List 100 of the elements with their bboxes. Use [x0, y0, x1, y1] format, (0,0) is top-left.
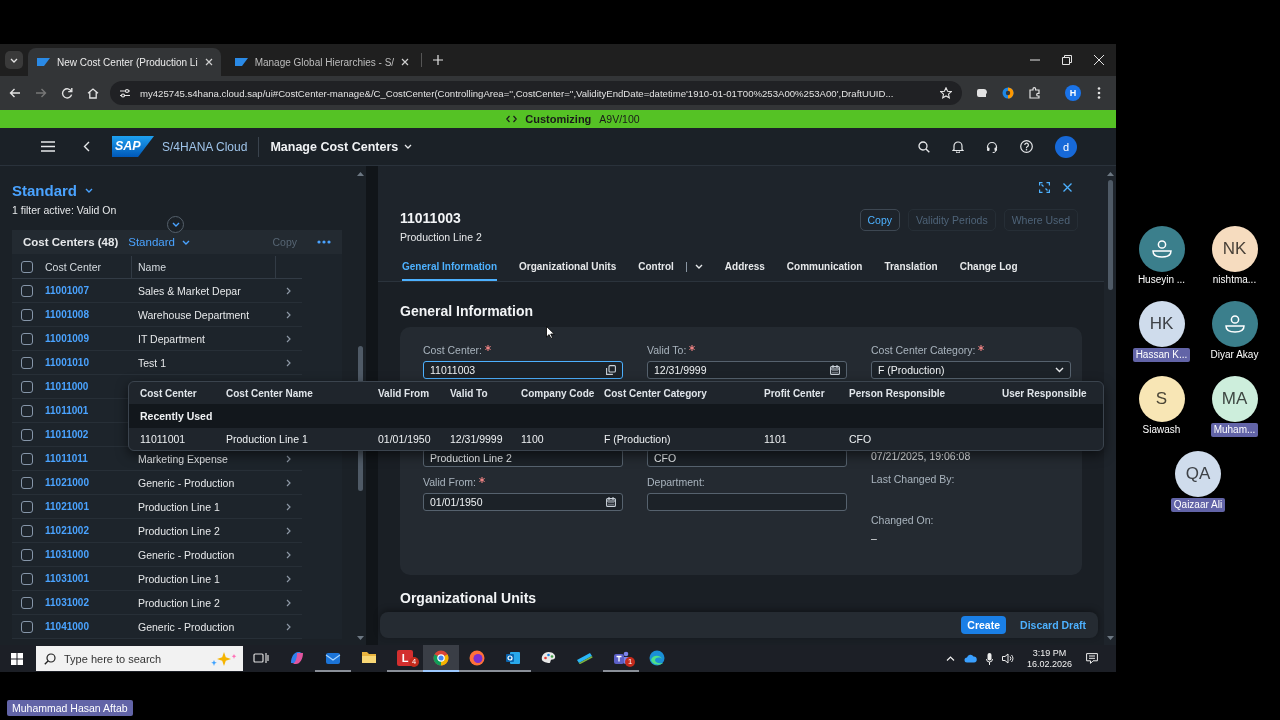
cost-center-link[interactable]: 11041000	[45, 621, 131, 632]
caret-down-icon[interactable]	[356, 636, 364, 640]
row-checkbox[interactable]	[21, 380, 33, 393]
participant-avatar[interactable]: MA	[1211, 376, 1258, 422]
chevron-right-icon[interactable]	[286, 574, 291, 583]
puzzle-icon[interactable]	[1029, 87, 1041, 99]
search-icon[interactable]	[918, 140, 930, 153]
row-checkbox[interactable]	[21, 596, 33, 609]
microphone-icon[interactable]	[985, 652, 993, 665]
speaker-icon[interactable]	[1001, 653, 1014, 664]
section-tab[interactable]: Communication	[786, 257, 863, 281]
section-tab[interactable]: Control	[638, 257, 703, 281]
chevron-right-icon[interactable]	[286, 526, 291, 535]
menu-icon[interactable]	[41, 141, 55, 152]
chevron-right-icon[interactable]	[286, 622, 291, 631]
cost-center-link[interactable]: 11011011	[45, 453, 131, 464]
row-checkbox[interactable]	[21, 356, 33, 369]
caret-up-icon[interactable]	[356, 172, 364, 176]
star-icon[interactable]	[940, 87, 952, 99]
site-info-icon[interactable]	[119, 87, 131, 99]
search-field[interactable]: Type here to search	[36, 646, 243, 671]
input-field[interactable]	[647, 493, 847, 511]
section-tab[interactable]: Translation	[884, 257, 938, 281]
forward-icon[interactable]	[35, 87, 47, 99]
create-button[interactable]: Create	[961, 616, 1007, 634]
chevron-right-icon[interactable]	[286, 334, 291, 343]
plus-icon[interactable]	[433, 55, 444, 65]
chevron-right-icon[interactable]	[286, 310, 291, 319]
chevron-down-icon[interactable]	[694, 264, 703, 269]
copy-icon[interactable]	[606, 365, 616, 375]
back-icon[interactable]	[9, 87, 21, 99]
row-checkbox[interactable]	[21, 308, 33, 321]
chevron-right-icon[interactable]	[286, 286, 291, 295]
home-icon[interactable]	[87, 87, 99, 99]
cost-center-link[interactable]: 11031000	[45, 549, 131, 560]
section-tab[interactable]: Address	[724, 257, 765, 281]
cost-center-link[interactable]: 11001010	[45, 357, 131, 368]
input-field[interactable]: 01/01/1950	[423, 493, 623, 511]
address-bar[interactable]: my425745.s4hana.cloud.sap/ui#CostCenter-manage&/C_CostCenter(ControllingArea='',CostCenter='',ValidityEndDate=datetime'1910-01-01T00%253A00%253A00',DraftUUID...	[110, 81, 962, 105]
profile-avatar[interactable]: H	[1065, 85, 1081, 101]
row-checkbox[interactable]	[21, 332, 33, 345]
menu-icon[interactable]	[1097, 87, 1101, 99]
tab-search-button[interactable]	[5, 51, 23, 69]
participant-avatar[interactable]: HK	[1138, 301, 1185, 347]
calendar-icon[interactable]	[830, 365, 840, 375]
cost-center-link[interactable]: 11011001	[45, 405, 131, 416]
input-field[interactable]: 11011003	[423, 361, 623, 379]
close-icon[interactable]	[401, 58, 410, 66]
windows-logo-icon[interactable]	[11, 652, 23, 665]
section-tab[interactable]: Organizational Units	[519, 257, 617, 281]
company-logo[interactable]: SAP	[112, 136, 154, 157]
row-checkbox[interactable]	[21, 500, 33, 513]
input-field[interactable]: 12/31/9999	[647, 361, 847, 379]
user-avatar[interactable]: d	[1055, 135, 1077, 158]
row-checkbox[interactable]	[21, 476, 33, 489]
reload-icon[interactable]	[61, 87, 73, 99]
cloud-icon[interactable]	[963, 654, 977, 663]
row-checkbox[interactable]	[21, 284, 33, 297]
caret-up-icon[interactable]	[1106, 172, 1114, 176]
dropdown-field[interactable]: F (Production)	[871, 361, 1071, 379]
row-checkbox[interactable]	[21, 404, 33, 417]
variant-selector[interactable]: Standard	[12, 182, 93, 199]
bell-icon[interactable]	[952, 140, 964, 153]
close-icon[interactable]	[1063, 182, 1072, 192]
chevron-right-icon[interactable]	[286, 598, 291, 607]
caret-down-icon[interactable]	[1106, 636, 1114, 640]
browser-tab[interactable]: New Cost Center (Production Li	[28, 48, 221, 76]
cost-center-link[interactable]: 11031002	[45, 597, 131, 608]
row-checkbox[interactable]	[21, 428, 33, 441]
cost-center-link[interactable]: 11021000	[45, 477, 131, 488]
discard-draft-button[interactable]: Discard Draft	[1016, 616, 1090, 634]
table-variant-selector[interactable]: Standard	[128, 236, 190, 248]
row-checkbox[interactable]	[21, 620, 33, 633]
chevron-right-icon[interactable]	[286, 502, 291, 511]
participant-avatar[interactable]	[1138, 226, 1185, 272]
close-icon[interactable]	[204, 58, 213, 66]
row-checkbox[interactable]	[21, 548, 33, 561]
cost-center-link[interactable]: 11001008	[45, 309, 131, 320]
restore-icon[interactable]	[1062, 55, 1072, 65]
scrollbar-thumb[interactable]	[1107, 180, 1113, 290]
chevron-right-icon[interactable]	[286, 550, 291, 559]
help-icon[interactable]	[1020, 140, 1033, 153]
select-all-checkbox[interactable]	[21, 261, 33, 273]
participant-avatar[interactable]: S	[1138, 376, 1185, 422]
cost-center-link[interactable]: 11031001	[45, 573, 131, 584]
back-icon[interactable]	[83, 141, 90, 152]
headset-icon[interactable]	[986, 140, 998, 153]
row-checkbox[interactable]	[21, 452, 33, 465]
header-action-button[interactable]: Copy	[859, 209, 901, 231]
taskbar-button[interactable]	[423, 645, 459, 672]
app-title-menu[interactable]: Manage Cost Centers	[270, 139, 413, 154]
participant-avatar[interactable]: QA	[1175, 451, 1221, 497]
extension-circle-icon[interactable]	[1002, 87, 1014, 99]
cost-center-link[interactable]: 11011002	[45, 429, 131, 440]
cost-center-link[interactable]: 11021001	[45, 501, 131, 512]
participant-avatar[interactable]	[1211, 301, 1258, 347]
browser-tab[interactable]: Manage Global Hierarchies - S/	[225, 48, 418, 76]
chevron-up-icon[interactable]	[945, 656, 955, 661]
chevron-down-icon[interactable]	[1055, 367, 1064, 373]
cost-center-link[interactable]: 11021002	[45, 525, 131, 536]
